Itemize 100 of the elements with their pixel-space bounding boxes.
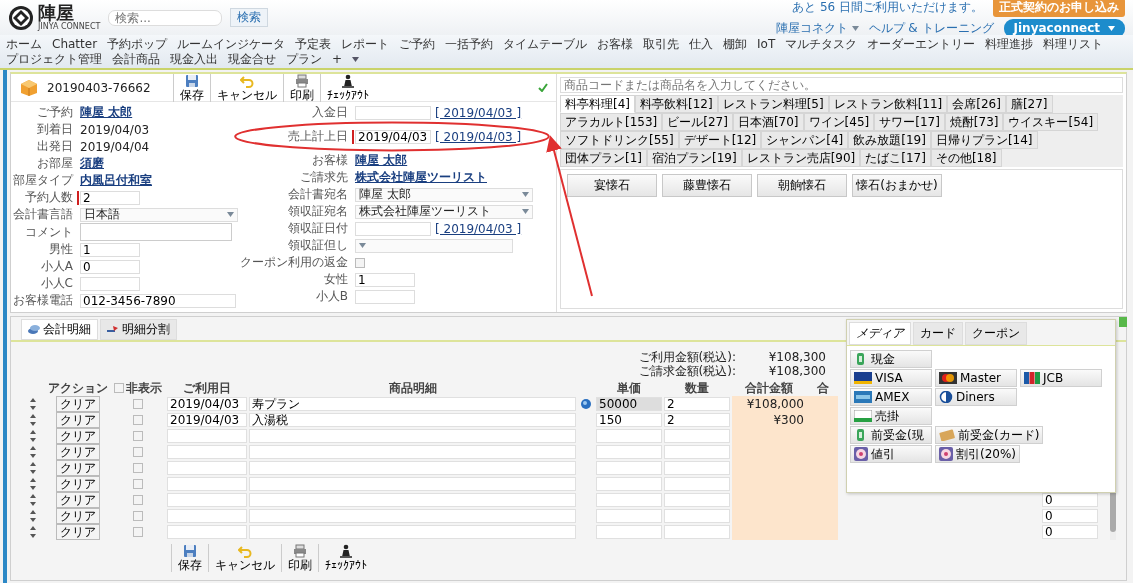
date-input[interactable]: [167, 445, 247, 459]
category-tab[interactable]: 飲み放題[19]: [848, 131, 931, 149]
date-input[interactable]: [167, 509, 247, 523]
item-input[interactable]: [249, 445, 576, 459]
category-tab[interactable]: 膳[27]: [1005, 95, 1053, 113]
nav-link[interactable]: ホーム: [6, 37, 42, 51]
nav-link[interactable]: オーダーエントリー: [867, 37, 976, 51]
item-input[interactable]: 入湯税: [249, 413, 576, 427]
amount-input[interactable]: 0: [1042, 509, 1098, 523]
item-input[interactable]: [249, 477, 576, 491]
text-input[interactable]: [80, 276, 140, 291]
checkbox[interactable]: [133, 527, 143, 537]
nav-link[interactable]: 仕入: [689, 37, 714, 51]
quantity-input[interactable]: [664, 461, 730, 475]
item-input[interactable]: [249, 525, 576, 539]
ledger-tab[interactable]: 会計明細: [21, 319, 98, 340]
category-tab[interactable]: ソフトドリンク[55]: [560, 131, 679, 149]
header-link[interactable]: ヘルプ & トレーニング: [868, 20, 994, 36]
product-button[interactable]: 藤豊懐石: [662, 174, 752, 197]
expand-handle[interactable]: [1119, 317, 1127, 327]
price-input[interactable]: [596, 445, 662, 459]
dropdown-field[interactable]: [355, 238, 513, 253]
nav-link[interactable]: 料理進捗: [985, 37, 1034, 51]
nav-link[interactable]: Chatter: [52, 37, 98, 51]
toolbar-button[interactable]: 印刷: [281, 544, 318, 572]
nav-link[interactable]: プラン: [286, 52, 322, 66]
date-input[interactable]: [167, 461, 247, 475]
checkbox[interactable]: [355, 257, 365, 268]
nav-link[interactable]: タイムテーブル: [503, 37, 588, 51]
category-tab[interactable]: 料亭料理[4]: [560, 95, 635, 113]
item-input[interactable]: [249, 493, 576, 507]
up-down-arrows-icon[interactable]: [30, 494, 36, 506]
clear-button[interactable]: クリア: [56, 476, 100, 492]
product-button[interactable]: 宴懐石: [567, 174, 657, 197]
nav-link[interactable]: 予約ポップ: [107, 37, 168, 51]
payment-button[interactable]: 前受金(カード): [935, 426, 1044, 444]
nav-link[interactable]: ご予約: [399, 37, 436, 51]
nav-link[interactable]: 一括予約: [445, 37, 494, 51]
item-input[interactable]: [249, 509, 576, 523]
field-link[interactable]: 須磨: [80, 155, 104, 172]
comment-field[interactable]: [80, 223, 232, 241]
category-tab[interactable]: 日帰りプラン[14]: [930, 131, 1038, 149]
field-link[interactable]: 陣屋 太郎: [355, 152, 408, 169]
date-input[interactable]: [167, 525, 247, 539]
field-link[interactable]: 内風呂付和室: [80, 172, 152, 189]
quantity-input[interactable]: [664, 445, 730, 459]
payment-button[interactable]: Master: [935, 369, 1017, 387]
checkbox[interactable]: [133, 495, 143, 505]
date-link[interactable]: [ 2019/04/03 ]: [435, 105, 522, 120]
date-input[interactable]: [355, 105, 431, 120]
price-input[interactable]: [596, 493, 662, 507]
amount-input[interactable]: 0: [1042, 525, 1098, 539]
amount-input[interactable]: 0: [1042, 493, 1098, 507]
toolbar-button[interactable]: ﾁｪｯｸｱｳﾄ: [319, 73, 375, 102]
date-input[interactable]: 2019/04/03: [355, 129, 431, 144]
price-input[interactable]: [596, 477, 662, 491]
category-tab[interactable]: ビール[27]: [662, 113, 733, 131]
dropdown-field[interactable]: 日本語: [80, 207, 238, 222]
item-input[interactable]: [249, 461, 576, 475]
category-tab[interactable]: たばこ[17]: [860, 149, 931, 167]
text-input[interactable]: 0: [80, 259, 140, 274]
checkbox[interactable]: [114, 383, 124, 393]
quantity-input[interactable]: [664, 493, 730, 507]
checkbox[interactable]: [133, 511, 143, 521]
category-tab[interactable]: サワー[17]: [874, 113, 945, 131]
clear-button[interactable]: クリア: [56, 508, 100, 524]
category-tab[interactable]: 団体プラン[1]: [560, 149, 647, 167]
category-tab[interactable]: レストラン料理[5]: [717, 95, 829, 113]
price-input[interactable]: [596, 461, 662, 475]
date-input[interactable]: [167, 493, 247, 507]
payment-button[interactable]: 前受金(現: [850, 426, 932, 444]
ledger-tab[interactable]: 明細分割: [100, 319, 177, 340]
payment-button[interactable]: AMEX: [850, 388, 932, 406]
clear-button[interactable]: クリア: [56, 524, 100, 540]
clear-button[interactable]: クリア: [56, 396, 100, 412]
nav-link[interactable]: プロジェクト管理: [6, 52, 102, 66]
lookup-field[interactable]: 株式会社陣屋ツーリスト: [355, 204, 533, 219]
checkbox[interactable]: [133, 447, 143, 457]
payment-tab[interactable]: カード: [913, 322, 963, 345]
payment-tab[interactable]: クーポン: [965, 322, 1027, 345]
up-down-arrows-icon[interactable]: [30, 526, 36, 538]
price-input[interactable]: 150: [596, 413, 662, 427]
nav-link[interactable]: 予定表: [295, 37, 332, 51]
checkbox[interactable]: [133, 431, 143, 441]
category-tab[interactable]: ウイスキー[54]: [1003, 113, 1099, 131]
product-button[interactable]: 懐石(おまかせ): [852, 174, 942, 197]
category-tab[interactable]: レストラン売店[90]: [741, 149, 861, 167]
text-input[interactable]: [355, 289, 415, 304]
clear-button[interactable]: クリア: [56, 460, 100, 476]
item-input[interactable]: 寿プラン: [249, 397, 576, 411]
category-tab[interactable]: 会席[26]: [947, 95, 1006, 113]
quantity-input[interactable]: [664, 509, 730, 523]
checkbox[interactable]: [133, 415, 143, 425]
checkbox[interactable]: [133, 399, 143, 409]
price-input[interactable]: [596, 509, 662, 523]
date-input[interactable]: 2019/04/03: [167, 413, 247, 427]
price-input[interactable]: [596, 429, 662, 443]
category-tab[interactable]: 日本酒[70]: [732, 113, 804, 131]
nav-link[interactable]: レポート: [341, 37, 390, 51]
payment-button[interactable]: JCB: [1020, 369, 1102, 387]
